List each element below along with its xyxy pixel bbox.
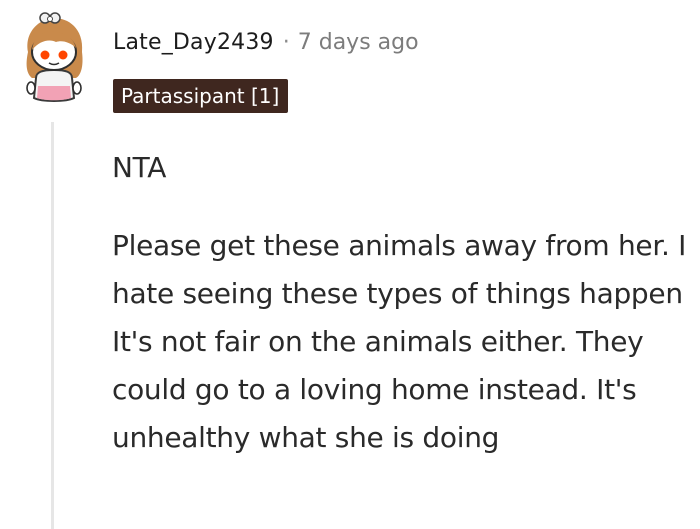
- comment-body: NTA Please get these animals away from h…: [112, 144, 697, 462]
- meta-separator: ·: [282, 30, 290, 55]
- thread-collapse-line[interactable]: [51, 122, 54, 529]
- snoo-avatar-icon[interactable]: [14, 12, 94, 104]
- user-flair-badge: Partassipant [1]: [113, 79, 289, 113]
- comment-timestamp-link[interactable]: 7 days ago: [298, 30, 419, 55]
- author-username-link[interactable]: Late_Day2439: [113, 30, 274, 55]
- comment-header: Late_Day2439 · 7 days ago: [113, 30, 419, 55]
- comment-paragraph: NTA: [112, 151, 167, 184]
- comment-paragraph: Please get these animals away from her. …: [112, 229, 687, 454]
- comment: Late_Day2439 · 7 days ago Partassipant […: [0, 0, 700, 529]
